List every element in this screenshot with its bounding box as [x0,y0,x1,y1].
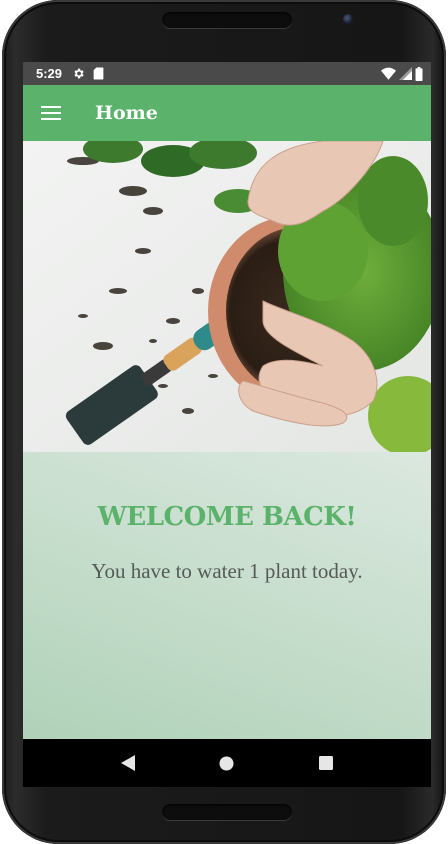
app-bar: Home [23,85,431,141]
page-title: Home [95,102,158,124]
back-button[interactable] [108,743,148,783]
home-icon [219,755,235,771]
welcome-heading: WELCOME BACK! [97,502,357,532]
navigation-bar [23,739,431,787]
welcome-panel: WELCOME BACK! You have to water 1 plant … [23,452,431,739]
front-camera [343,14,353,24]
wifi-icon [381,67,396,80]
status-time: 5:29 [36,66,63,81]
recents-button[interactable] [306,743,346,783]
top-speaker [162,12,292,28]
recents-icon [319,756,334,770]
watering-message: You have to water 1 plant today. [91,559,363,583]
bottom-speaker [162,804,292,820]
hamburger-menu-icon [41,106,61,120]
plant-repotting-photo [23,141,431,452]
status-bar: 5:29 [23,62,431,85]
menu-button[interactable] [23,85,79,141]
back-icon [120,755,135,771]
hero-image [23,141,431,452]
screen: 5:29 Home WELCOME BACK! You have to wate… [23,62,431,787]
settings-icon [74,68,84,79]
sd-card-icon [93,67,104,80]
battery-icon [415,66,423,81]
home-button[interactable] [207,743,247,783]
signal-icon [399,67,412,80]
phone-frame: 5:29 Home WELCOME BACK! You have to wate… [2,0,446,844]
